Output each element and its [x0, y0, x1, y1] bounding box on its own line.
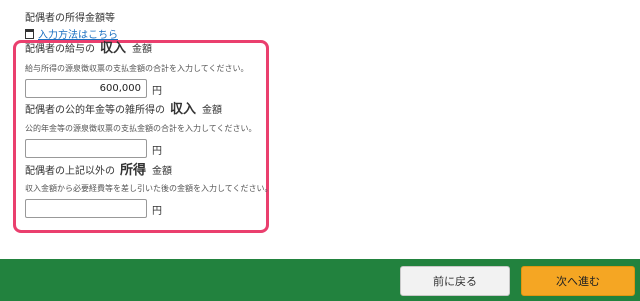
label-prefix: 配偶者の上記以外の [25, 166, 115, 177]
label-emphasis: 収入 [170, 102, 197, 117]
pension-income-label: 配偶者の公的年金等の雑所得の 収入 金額 [25, 103, 222, 118]
label-emphasis: 所得 [120, 163, 147, 178]
label-prefix: 配偶者の公的年金等の雑所得の [25, 105, 165, 116]
label-suffix: 金額 [132, 44, 153, 55]
label-prefix: 配偶者の給与の [25, 44, 95, 55]
other-income-help: 収入金額から必要経費等を差し引いた後の金額を入力してください。 [25, 184, 273, 193]
other-income-input[interactable] [25, 199, 147, 218]
section-title: 配偶者の所得金額等 [25, 13, 115, 24]
salary-income-input[interactable] [25, 79, 147, 98]
other-income-label: 配偶者の上記以外の 所得 金額 [25, 164, 172, 179]
yen-unit: 円 [152, 206, 162, 217]
back-button[interactable]: 前に戻る [400, 266, 510, 296]
label-emphasis: 収入 [100, 41, 127, 56]
next-button[interactable]: 次へ進む [521, 266, 635, 296]
pension-income-help: 公的年金等の源泉徴収票の支払金額の合計を入力してください。 [25, 124, 257, 133]
document-icon [25, 28, 34, 39]
yen-unit: 円 [152, 146, 162, 157]
label-suffix: 金額 [202, 105, 223, 116]
label-suffix: 金額 [152, 166, 173, 177]
salary-income-label: 配偶者の給与の 収入 金額 [25, 42, 152, 57]
yen-unit: 円 [152, 86, 162, 97]
pension-income-input[interactable] [25, 139, 147, 158]
input-method-help-link[interactable]: 入力方法はこちら [38, 26, 118, 41]
help-link-row: 入力方法はこちら [25, 26, 118, 41]
salary-income-help: 給与所得の源泉徴収票の支払金額の合計を入力してください。 [25, 64, 249, 73]
